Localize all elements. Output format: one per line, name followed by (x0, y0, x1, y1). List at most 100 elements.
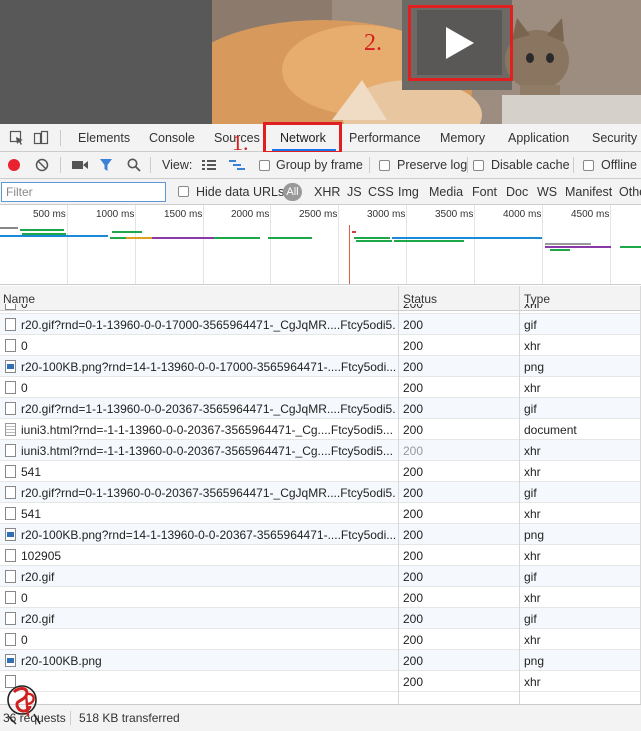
filter-type-js[interactable]: JS (347, 185, 362, 199)
tab-application[interactable]: Application (508, 131, 569, 145)
toolbar-separator (60, 157, 61, 173)
file-icon (5, 402, 16, 415)
request-status: 200 (403, 507, 424, 521)
filter-type-img[interactable]: Img (398, 185, 419, 199)
group-by-frame-checkbox[interactable] (259, 160, 270, 171)
request-type: xhr (524, 675, 541, 689)
table-row[interactable]: r20.gif?rnd=1-1-13960-0-0-20367-35659644… (0, 398, 641, 419)
table-row[interactable]: r20.gif?rnd=0-1-13960-0-0-20367-35659644… (0, 482, 641, 503)
device-toolbar-icon[interactable] (33, 130, 49, 146)
table-row[interactable]: 102905 200 xhr (0, 545, 641, 566)
toolbar-separator (467, 157, 468, 173)
file-icon (5, 318, 16, 331)
filter-type-media[interactable]: Media (429, 185, 463, 199)
disable-cache-label: Disable cache (491, 158, 570, 172)
file-icon (5, 444, 16, 457)
record-icon[interactable] (7, 158, 21, 172)
table-row[interactable]: r20-100KB.png?rnd=14-1-13960-0-0-17000-3… (0, 356, 641, 377)
table-row[interactable]: 541 200 xhr (0, 461, 641, 482)
filter-type-css[interactable]: CSS (368, 185, 394, 199)
inspect-element-icon[interactable] (9, 130, 25, 146)
request-status: 200 (403, 633, 424, 647)
table-row[interactable]: 0 200 xhr (0, 587, 641, 608)
table-row[interactable]: iuni3.html?rnd=-1-1-13960-0-0-20367-3565… (0, 419, 641, 440)
play-icon[interactable] (446, 27, 474, 59)
tab-performance[interactable]: Performance (349, 131, 421, 145)
request-status: 200 (403, 304, 424, 311)
table-row[interactable]: iuni3.html?rnd=-1-1-13960-0-0-20367-3565… (0, 440, 641, 461)
offline-label: Offline (601, 158, 637, 172)
filter-type-xhr[interactable]: XHR (314, 185, 340, 199)
table-row[interactable]: r20-100KB.png?rnd=14-1-13960-0-0-20367-3… (0, 524, 641, 545)
filter-type-font[interactable]: Font (472, 185, 497, 199)
filter-type-all[interactable]: All (283, 183, 302, 201)
image-file-icon (5, 654, 16, 667)
timeline-bar (352, 231, 356, 233)
request-status: 200 (403, 465, 424, 479)
timeline-bar (394, 240, 464, 242)
filter-type-ws[interactable]: WS (537, 185, 557, 199)
request-name: r20-100KB.png (21, 654, 102, 668)
table-row[interactable]: r20.gif?rnd=0-1-13960-0-0-17000-35659644… (0, 314, 641, 335)
request-status: 200 (403, 675, 424, 689)
clear-icon[interactable] (35, 158, 49, 172)
filter-type-other[interactable]: Other (619, 185, 641, 199)
timeline-gridline (203, 205, 204, 284)
tab-security[interactable]: Security (592, 131, 637, 145)
timeline-tick-label: 500 ms (33, 209, 66, 220)
tab-separator (60, 130, 61, 146)
offline-checkbox[interactable] (583, 160, 594, 171)
timeline-tick-label: 1500 ms (164, 209, 203, 220)
request-status: 200 (403, 360, 424, 374)
timeline-overview[interactable]: 500 ms 1000 ms 1500 ms 2000 ms 2500 ms 3… (0, 205, 641, 285)
request-name: 0 (21, 591, 28, 605)
preserve-log-checkbox[interactable] (379, 160, 390, 171)
filter-type-doc[interactable]: Doc (506, 185, 528, 199)
table-row[interactable]: 200 xhr (0, 671, 641, 692)
tab-console[interactable]: Console (149, 131, 195, 145)
table-row[interactable]: 0 200 xhr (0, 377, 641, 398)
timeline-bar (550, 249, 570, 251)
large-rows-icon[interactable] (202, 159, 216, 171)
search-icon[interactable] (127, 158, 141, 172)
hide-data-urls-label: Hide data URLs (196, 185, 285, 199)
request-name: r20.gif (21, 570, 55, 584)
timeline-bar (392, 237, 542, 239)
request-type: gif (524, 318, 537, 332)
video-side-panel (0, 0, 212, 124)
table-row[interactable]: 0 200 xhr (0, 304, 641, 314)
request-type: xhr (524, 507, 541, 521)
timeline-gridline (474, 205, 475, 284)
filter-type-manifest[interactable]: Manifest (565, 185, 612, 199)
waterfall-overview-icon[interactable] (229, 159, 245, 171)
transferred-size: 518 KB transferred (79, 711, 180, 725)
tab-elements[interactable]: Elements (78, 131, 130, 145)
tab-memory[interactable]: Memory (440, 131, 485, 145)
request-name: r20-100KB.png?rnd=14-1-13960-0-0-17000-3… (21, 360, 395, 374)
table-row[interactable]: r20.gif 200 gif (0, 608, 641, 629)
watermark-logo (7, 685, 41, 725)
timeline-bar (126, 237, 152, 239)
filter-input[interactable] (1, 182, 166, 202)
table-row[interactable]: 0 200 xhr (0, 629, 641, 650)
capture-screenshots-icon[interactable] (72, 159, 88, 171)
table-row[interactable]: r20.gif 200 gif (0, 566, 641, 587)
timeline-bar (0, 235, 108, 237)
timeline-tick-label: 3000 ms (367, 209, 406, 220)
timeline-bar (545, 246, 611, 248)
file-icon (5, 304, 16, 310)
table-row[interactable]: 541 200 xhr (0, 503, 641, 524)
file-icon (5, 486, 16, 499)
request-status: 200 (403, 654, 424, 668)
filter-icon[interactable] (99, 158, 113, 172)
timeline-tick-label: 4500 ms (571, 209, 610, 220)
timeline-bar (152, 237, 214, 239)
hide-data-urls-checkbox[interactable] (178, 186, 189, 197)
table-row[interactable]: r20-100KB.png 200 png (0, 650, 641, 671)
disable-cache-checkbox[interactable] (473, 160, 484, 171)
timeline-bar (356, 240, 392, 242)
request-name: 0 (21, 339, 28, 353)
table-row[interactable]: 0 200 xhr (0, 335, 641, 356)
network-tab-highlight (263, 122, 342, 154)
request-type: png (524, 528, 545, 542)
